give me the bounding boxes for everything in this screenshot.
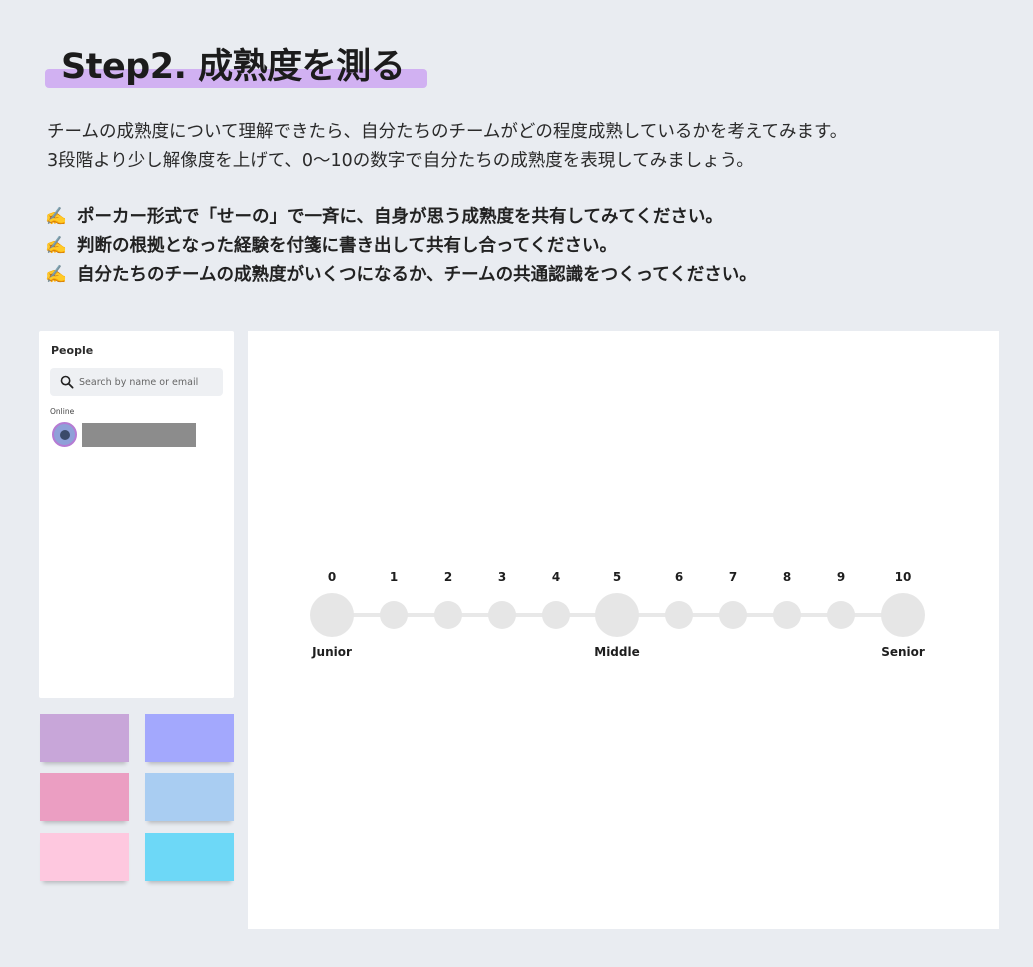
scale-node-0 [310,593,354,637]
instruction-item: ✍️ 自分たちのチームの成熟度がいくつになるか、チームの共通認識をつくってくださ… [45,261,1015,290]
scale-node-6 [665,601,693,629]
sticky-note-light-blue[interactable] [145,773,234,821]
people-panel: People Online [39,331,234,698]
writing-hand-icon: ✍️ [45,265,67,285]
sticky-note-light-pink[interactable] [40,833,129,881]
sticky-note-cyan[interactable] [145,833,234,881]
scale-number-9: 9 [836,570,846,584]
page-title: Step2. 成熟度を測る [61,47,406,87]
search-icon [60,375,74,389]
instruction-text: 判断の根拠となった経験を付箋に書き出して共有し合ってください。 [77,236,618,256]
avatar-face [60,430,70,440]
sticky-note-blue-violet[interactable] [145,714,234,762]
scale-node-5 [595,593,639,637]
redacted-user-name [82,423,196,447]
level-label-senior: Senior [881,645,925,659]
instruction-text: 自分たちのチームの成熟度がいくつになるか、チームの共通認識をつくってください。 [77,265,757,285]
scale-node-2 [434,601,462,629]
scale-number-6: 6 [674,570,684,584]
writing-hand-icon: ✍️ [45,207,67,227]
people-search[interactable] [50,368,223,396]
scale-number-7: 7 [728,570,738,584]
intro-text: チームの成熟度について理解できたら、自分たちのチームがどの程度成熟しているかを考… [47,118,1007,176]
people-panel-title: People [51,344,94,357]
scale-node-1 [380,601,408,629]
scale-node-10 [881,593,925,637]
scale-number-5: 5 [612,570,622,584]
scale-number-10: 10 [894,570,912,584]
title-block: Step2. 成熟度を測る [45,38,427,90]
intro-line: 3段階より少し解像度を上げて、0〜10の数字で自分たちの成熟度を表現してみましょ… [47,151,754,171]
instruction-text: ポーカー形式で「せーの」で一斉に、自身が思う成熟度を共有してみてください。 [77,207,723,227]
maturity-scale: 0 1 2 3 4 5 6 7 8 9 10 Junior Middle Senior [248,331,999,929]
writing-hand-icon: ✍️ [45,236,67,256]
scale-node-8 [773,601,801,629]
scale-node-9 [827,601,855,629]
scale-number-3: 3 [497,570,507,584]
level-label-middle: Middle [594,645,640,659]
scale-number-8: 8 [782,570,792,584]
scale-number-0: 0 [327,570,337,584]
scale-number-2: 2 [443,570,453,584]
whiteboard-canvas[interactable]: 0 1 2 3 4 5 6 7 8 9 10 Junior Middle Senior [248,331,999,929]
instruction-item: ✍️ 判断の根拠となった経験を付箋に書き出して共有し合ってください。 [45,232,1015,261]
instruction-list: ✍️ ポーカー形式で「せーの」で一斉に、自身が思う成熟度を共有してみてください。… [45,203,1015,290]
level-label-junior: Junior [312,645,352,659]
scale-number-4: 4 [551,570,561,584]
instruction-item: ✍️ ポーカー形式で「せーの」で一斉に、自身が思う成熟度を共有してみてください。 [45,203,1015,232]
scale-node-3 [488,601,516,629]
scale-number-1: 1 [389,570,399,584]
search-input[interactable] [79,368,219,396]
scale-node-4 [542,601,570,629]
scale-node-7 [719,601,747,629]
sticky-note-purple[interactable] [40,714,129,762]
online-section-label: Online [50,407,75,416]
avatar[interactable] [52,422,77,447]
online-user-row[interactable] [52,422,222,448]
intro-line: チームの成熟度について理解できたら、自分たちのチームがどの程度成熟しているかを考… [47,122,848,142]
sticky-note-pink[interactable] [40,773,129,821]
